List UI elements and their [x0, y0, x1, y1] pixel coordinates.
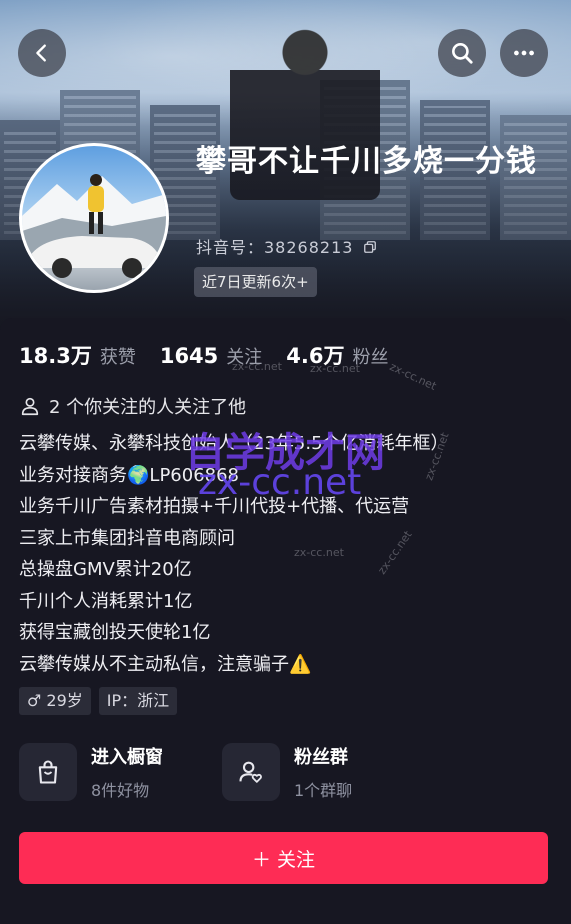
stat-value: 1645 [159, 344, 219, 368]
shop-window-title: 进入橱窗 [91, 747, 163, 768]
shop-window-subtitle: 8件好物 [91, 781, 150, 800]
bio-line: 云攀传媒从不主动私信，注意骗子⚠️ [19, 653, 312, 675]
back-button[interactable] [18, 29, 66, 77]
douyin-id-text: 抖音号：38268213 [196, 238, 354, 257]
watermark-text: zx-cc.net [294, 546, 344, 559]
fan-group-entry[interactable]: 粉丝群 1个群聊 [222, 743, 352, 801]
user-icon [21, 397, 39, 416]
mutual-followers[interactable]: 2 个你关注的人关注了他 [19, 393, 246, 419]
stat-label: 获赞 [99, 347, 136, 368]
search-button[interactable] [438, 29, 486, 77]
bio-line: 获得宝藏创投天使轮1亿 [19, 622, 211, 643]
gender-age-tag: ♂ 29岁 [19, 687, 91, 715]
bio-line: 总操盘GMV累计20亿 [19, 559, 192, 580]
watermark-text: zx-cc.net [310, 362, 360, 375]
avatar-image [22, 174, 166, 278]
shopping-bag-icon [38, 760, 58, 784]
fan-group-icon [239, 761, 262, 783]
fan-group-icon-box [222, 743, 280, 801]
gender-age-text: ♂ 29岁 [27, 691, 83, 710]
copy-icon[interactable] [363, 240, 377, 254]
mutual-text: 2 个你关注的人关注了他 [49, 397, 247, 418]
ip-location-text: IP：浙江 [106, 691, 170, 710]
avatar[interactable] [19, 143, 169, 293]
more-horizontal-icon [514, 50, 534, 56]
search-icon [452, 43, 473, 64]
update-badge[interactable]: 近7日更新6次+ [194, 267, 317, 297]
profile-tags: ♂ 29岁 IP：浙江 [19, 687, 178, 715]
more-button[interactable] [500, 29, 548, 77]
stat-likes[interactable]: 18.3万 获赞 [19, 340, 136, 370]
watermark-text: zx-cc.net [232, 360, 282, 373]
profile-name: 攀哥不让千川多烧一分钱 [196, 144, 537, 179]
fan-group-title: 粉丝群 [294, 747, 348, 768]
ip-location-tag: IP：浙江 [98, 687, 178, 715]
shopping-bag-icon-box [19, 743, 77, 801]
stat-value: 18.3万 [19, 344, 92, 368]
shop-window-entry[interactable]: 进入橱窗 8件好物 [19, 743, 163, 801]
bio-line: 千川个人消耗累计1亿 [19, 590, 193, 612]
follow-button[interactable]: ＋ 关注 [19, 832, 548, 884]
douyin-id[interactable]: 抖音号：38268213 [196, 234, 377, 258]
chevron-left-icon [36, 44, 46, 62]
watermark-logo-url: zx-cc.net [198, 462, 362, 503]
fan-group-subtitle: 1个群聊 [294, 781, 353, 800]
bio-line: 三家上市集团抖音电商顾问 [19, 527, 235, 549]
